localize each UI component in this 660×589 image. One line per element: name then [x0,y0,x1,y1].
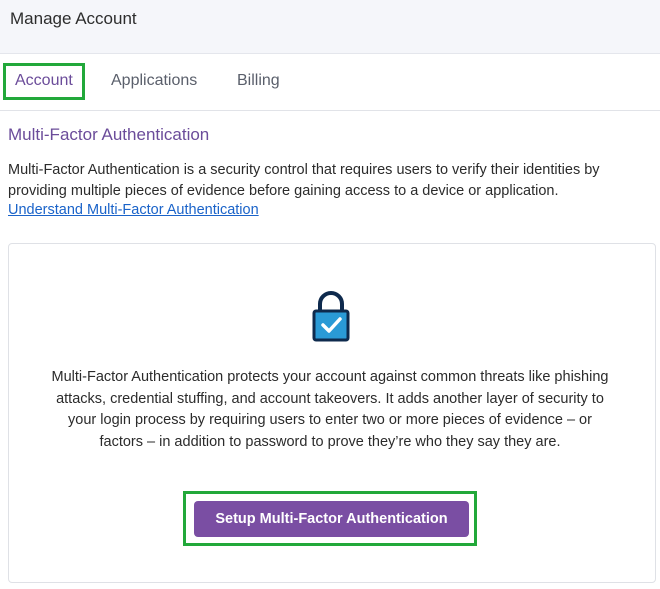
page-header: Manage Account [0,0,660,54]
tab-billing[interactable]: Billing [237,72,280,90]
page-title: Manage Account [10,9,137,28]
tab-applications[interactable]: Applications [111,72,197,90]
section-title: Multi-Factor Authentication [8,125,210,144]
setup-mfa-button[interactable]: Setup Multi-Factor Authentication [194,501,469,537]
understand-mfa-link[interactable]: Understand Multi-Factor Authentication [8,202,259,218]
mfa-card-text: Multi-Factor Authentication protects you… [51,369,609,450]
tab-account[interactable]: Account [15,72,73,90]
lock-check-icon [312,291,350,342]
tab-bar: Account Applications Billing [0,54,660,111]
mfa-description: Multi-Factor Authentication is a securit… [8,162,600,199]
